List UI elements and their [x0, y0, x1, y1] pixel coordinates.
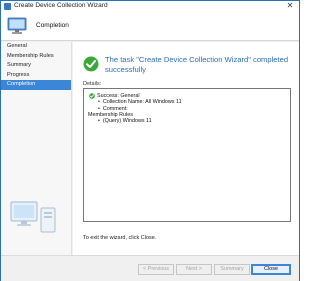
title-bar: Create Device Collection Wizard ✕	[1, 1, 299, 12]
previous-button[interactable]: < Previous	[138, 264, 174, 275]
window-title: Create Device Collection Wizard	[14, 2, 108, 9]
success-check-icon	[83, 56, 99, 72]
window-close-button[interactable]: ✕	[283, 1, 297, 11]
wizard-sidebar: General Membership Rules Summary Progres…	[1, 42, 72, 255]
wizard-window: Create Device Collection Wizard ✕ Comple…	[0, 0, 300, 281]
app-icon	[4, 3, 11, 10]
sidebar-item-membership-rules[interactable]: Membership Rules	[1, 52, 71, 62]
page-title: Completion	[36, 22, 69, 29]
exit-instructions: To exit the wizard, click Close.	[83, 235, 157, 241]
computer-icon	[7, 17, 27, 34]
details-label: Details:	[83, 81, 102, 87]
summary-button[interactable]: Summary	[214, 264, 250, 275]
success-check-icon	[89, 93, 95, 99]
status-title: The task "Create Device Collection Wizar…	[105, 55, 289, 74]
sidebar-item-progress[interactable]: Progress	[1, 71, 71, 81]
wizard-content: The task "Create Device Collection Wizar…	[73, 42, 299, 255]
close-button[interactable]: Close	[251, 264, 291, 275]
wizard-header: Completion	[1, 12, 299, 41]
sidebar-item-summary[interactable]: Summary	[1, 61, 71, 71]
wizard-illustration	[10, 201, 56, 233]
next-button[interactable]: Next >	[176, 264, 212, 275]
sidebar-item-general[interactable]: General	[1, 42, 71, 52]
details-membership-rule: (Query) Windows 11	[88, 118, 286, 124]
sidebar-item-completion[interactable]: Completion	[1, 80, 71, 90]
wizard-footer: < Previous Next > Summary Close	[1, 255, 299, 281]
details-box[interactable]: Success: General Collection Name: All Wi…	[83, 88, 291, 222]
